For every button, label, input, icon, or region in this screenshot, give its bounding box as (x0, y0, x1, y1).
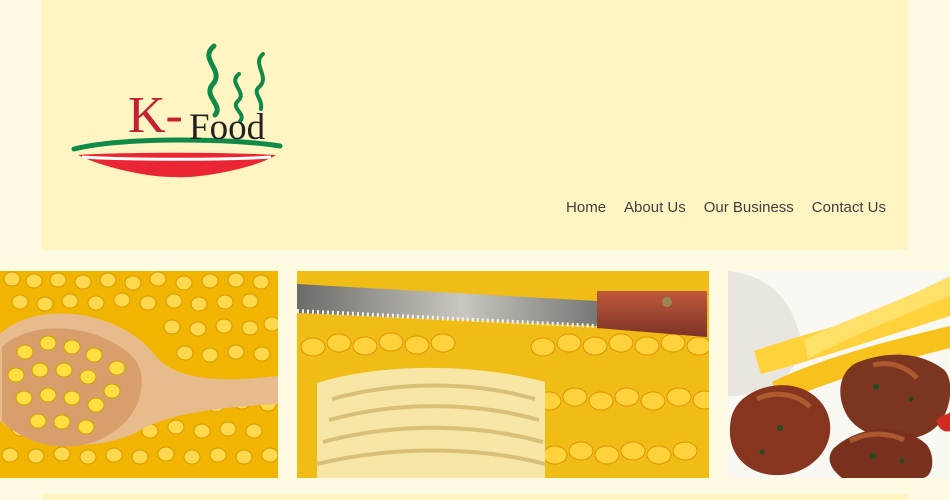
k-food-logo[interactable]: K- Food (70, 34, 284, 180)
food-gallery (0, 271, 950, 478)
logo-k-text: K- (128, 87, 183, 144)
main-navigation: Home About Us Our Business Contact Us (566, 199, 886, 216)
nav-our-business[interactable]: Our Business (704, 199, 794, 216)
gallery-image-corn-butter[interactable] (297, 271, 709, 478)
corn-butter-knife-image (297, 271, 709, 478)
site-header: K- Food Home About Us Our Business Conta… (42, 0, 908, 250)
gallery-image-corn-spoon[interactable] (0, 271, 278, 478)
nav-about-us[interactable]: About Us (624, 199, 686, 216)
nav-home[interactable]: Home (566, 199, 606, 216)
bottom-content-strip (42, 494, 908, 500)
corn-spoon-image (0, 271, 278, 478)
meatballs-fries-image (728, 271, 950, 478)
gallery-image-meatballs[interactable] (728, 271, 950, 478)
nav-contact-us[interactable]: Contact Us (812, 199, 886, 216)
logo-food-text: Food (189, 107, 266, 148)
